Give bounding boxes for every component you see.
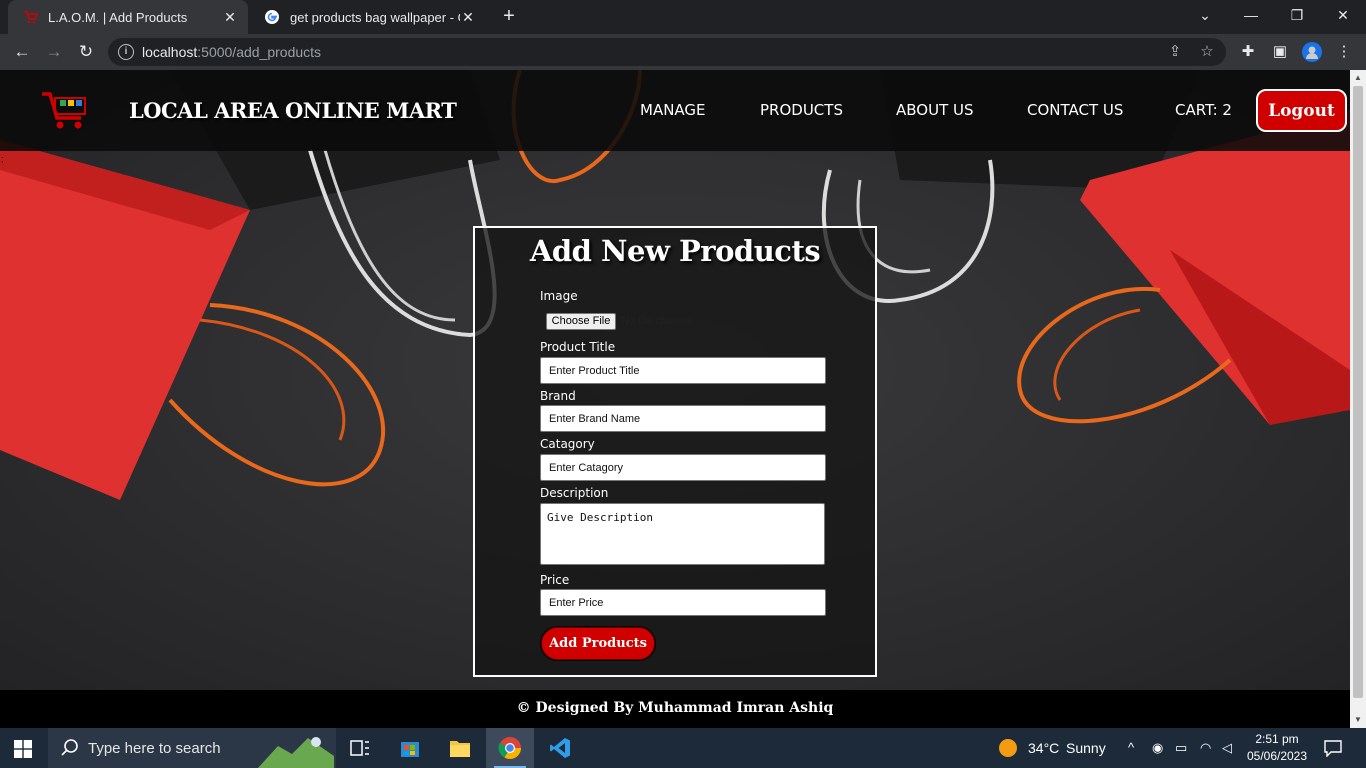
tab-google-search[interactable]: get products bag wallpaper - Goo ✕ xyxy=(250,0,486,34)
windows-taskbar: Type here to search 34°C Sunny ^ ◉ ▭ ◠ ◁… xyxy=(0,728,1366,768)
nav-contact-link[interactable]: CONTACT US xyxy=(1027,101,1123,119)
url-text[interactable]: localhost:5000/add_products xyxy=(142,44,321,60)
windows-start-icon[interactable] xyxy=(14,740,32,758)
clock-date: 05/06/2023 xyxy=(1246,749,1308,763)
page-scrollbar[interactable]: ▲ ▼ xyxy=(1350,70,1366,728)
profile-avatar-icon[interactable] xyxy=(1302,42,1322,62)
new-tab-button[interactable]: + xyxy=(498,6,520,28)
site-footer: © Designed By Muhammad Imran Ashiq xyxy=(0,690,1350,728)
add-products-button[interactable]: Add Products xyxy=(541,627,655,660)
show-hidden-icons-chevron-icon[interactable]: ^ xyxy=(1128,740,1134,755)
tab-title: L.A.O.M. | Add Products xyxy=(48,9,188,25)
tab-add-products[interactable]: L.A.O.M. | Add Products ✕ xyxy=(8,0,248,34)
brand-label: Brand xyxy=(540,389,576,403)
restore-button[interactable]: ❐ xyxy=(1274,0,1320,30)
bookmark-star-icon[interactable]: ☆ xyxy=(1198,43,1216,61)
address-bar[interactable]: i localhost:5000/add_products ⇪ ☆ xyxy=(108,38,1226,66)
nav-manage-link[interactable]: MANAGE xyxy=(640,101,706,119)
tab-title: get products bag wallpaper - Goo xyxy=(290,9,460,25)
nav-cart-link[interactable]: CART: 2 xyxy=(1175,101,1232,119)
weather-sun-icon[interactable] xyxy=(998,738,1018,758)
search-placeholder: Type here to search xyxy=(88,740,221,757)
file-status-text: No file chosen xyxy=(621,315,691,327)
extensions-puzzle-icon[interactable]: ✚ xyxy=(1238,42,1258,62)
logout-button[interactable]: Logout xyxy=(1256,89,1347,132)
reload-icon[interactable]: ↻ xyxy=(74,40,98,64)
cart-favicon-icon xyxy=(24,11,38,24)
notifications-icon[interactable] xyxy=(1324,739,1342,757)
nav-products-link[interactable]: PRODUCTS xyxy=(760,101,843,119)
category-input[interactable]: Enter Catagory xyxy=(540,454,826,481)
scroll-down-arrow-icon[interactable]: ▼ xyxy=(1350,712,1366,728)
category-label: Catagory xyxy=(540,437,595,451)
search-highlight-illustration-icon xyxy=(258,737,334,768)
browser-chrome: L.A.O.M. | Add Products ✕ get products b… xyxy=(0,0,1366,70)
site-info-icon[interactable]: i xyxy=(118,44,134,60)
choose-file-button[interactable]: Choose File xyxy=(546,313,616,330)
description-textarea[interactable]: Give Description xyxy=(540,503,825,565)
taskbar-clock[interactable]: 2:51 pm 05/06/2023 xyxy=(1246,731,1308,765)
clock-time: 2:51 pm xyxy=(1255,732,1299,746)
back-arrow-icon[interactable]: ← xyxy=(10,40,34,64)
forward-arrow-icon[interactable]: → xyxy=(42,40,66,64)
weather-temperature[interactable]: 34°C xyxy=(1028,740,1059,756)
chrome-menu-icon[interactable]: ⋮ xyxy=(1334,42,1354,62)
battery-icon[interactable]: ▭ xyxy=(1175,740,1187,756)
file-explorer-icon[interactable] xyxy=(436,728,484,768)
weather-description[interactable]: Sunny xyxy=(1066,740,1106,756)
microsoft-store-icon[interactable] xyxy=(386,728,434,768)
image-label: Image xyxy=(540,289,578,303)
scrollbar-thumb[interactable] xyxy=(1353,86,1363,698)
wifi-icon[interactable]: ◠ xyxy=(1200,740,1211,756)
meet-now-icon[interactable]: ◉ xyxy=(1152,740,1163,756)
google-g-icon xyxy=(265,10,279,24)
taskbar-search-box[interactable]: Type here to search xyxy=(48,728,336,768)
add-product-form: Add New Products Image Choose File No fi… xyxy=(473,226,877,677)
scroll-up-arrow-icon[interactable]: ▲ xyxy=(1350,70,1366,86)
close-tab-icon[interactable]: ✕ xyxy=(222,9,238,26)
side-panel-icon[interactable]: ▣ xyxy=(1270,42,1290,62)
stray-text: ; xyxy=(1,154,4,164)
search-icon xyxy=(61,739,78,756)
price-label: Price xyxy=(540,573,570,587)
product-title-label: Product Title xyxy=(540,340,616,354)
volume-icon[interactable]: ◁ xyxy=(1222,740,1232,756)
site-header: LOCAL AREA ONLINE MART MANAGE PRODUCTS A… xyxy=(0,70,1350,151)
form-title: Add New Products xyxy=(529,234,821,268)
tab-search-button[interactable]: ⌄ xyxy=(1182,0,1228,30)
footer-credit: © Designed By Muhammad Imran Ashiq xyxy=(516,700,834,716)
product-title-input[interactable]: Enter Product Title xyxy=(540,357,826,384)
vscode-icon[interactable] xyxy=(536,728,584,768)
share-icon[interactable]: ⇪ xyxy=(1166,43,1184,61)
description-label: Description xyxy=(540,486,609,500)
chrome-taskbar-icon[interactable] xyxy=(486,728,534,768)
shopping-cart-logo-icon[interactable] xyxy=(38,86,90,132)
tab-strip: L.A.O.M. | Add Products ✕ get products b… xyxy=(0,0,1366,34)
brand-input[interactable]: Enter Brand Name xyxy=(540,405,826,432)
close-window-button[interactable]: ✕ xyxy=(1320,0,1366,30)
minimize-button[interactable]: — xyxy=(1228,0,1274,30)
nav-about-link[interactable]: ABOUT US xyxy=(896,101,974,119)
task-view-icon[interactable] xyxy=(336,728,384,768)
close-tab-icon[interactable]: ✕ xyxy=(460,9,476,26)
site-brand-title[interactable]: LOCAL AREA ONLINE MART xyxy=(129,98,457,123)
price-input[interactable]: Enter Price xyxy=(540,589,826,616)
web-page: LOCAL AREA ONLINE MART MANAGE PRODUCTS A… xyxy=(0,70,1350,728)
browser-toolbar: ← → ↻ i localhost:5000/add_products ⇪ ☆ … xyxy=(0,34,1366,70)
